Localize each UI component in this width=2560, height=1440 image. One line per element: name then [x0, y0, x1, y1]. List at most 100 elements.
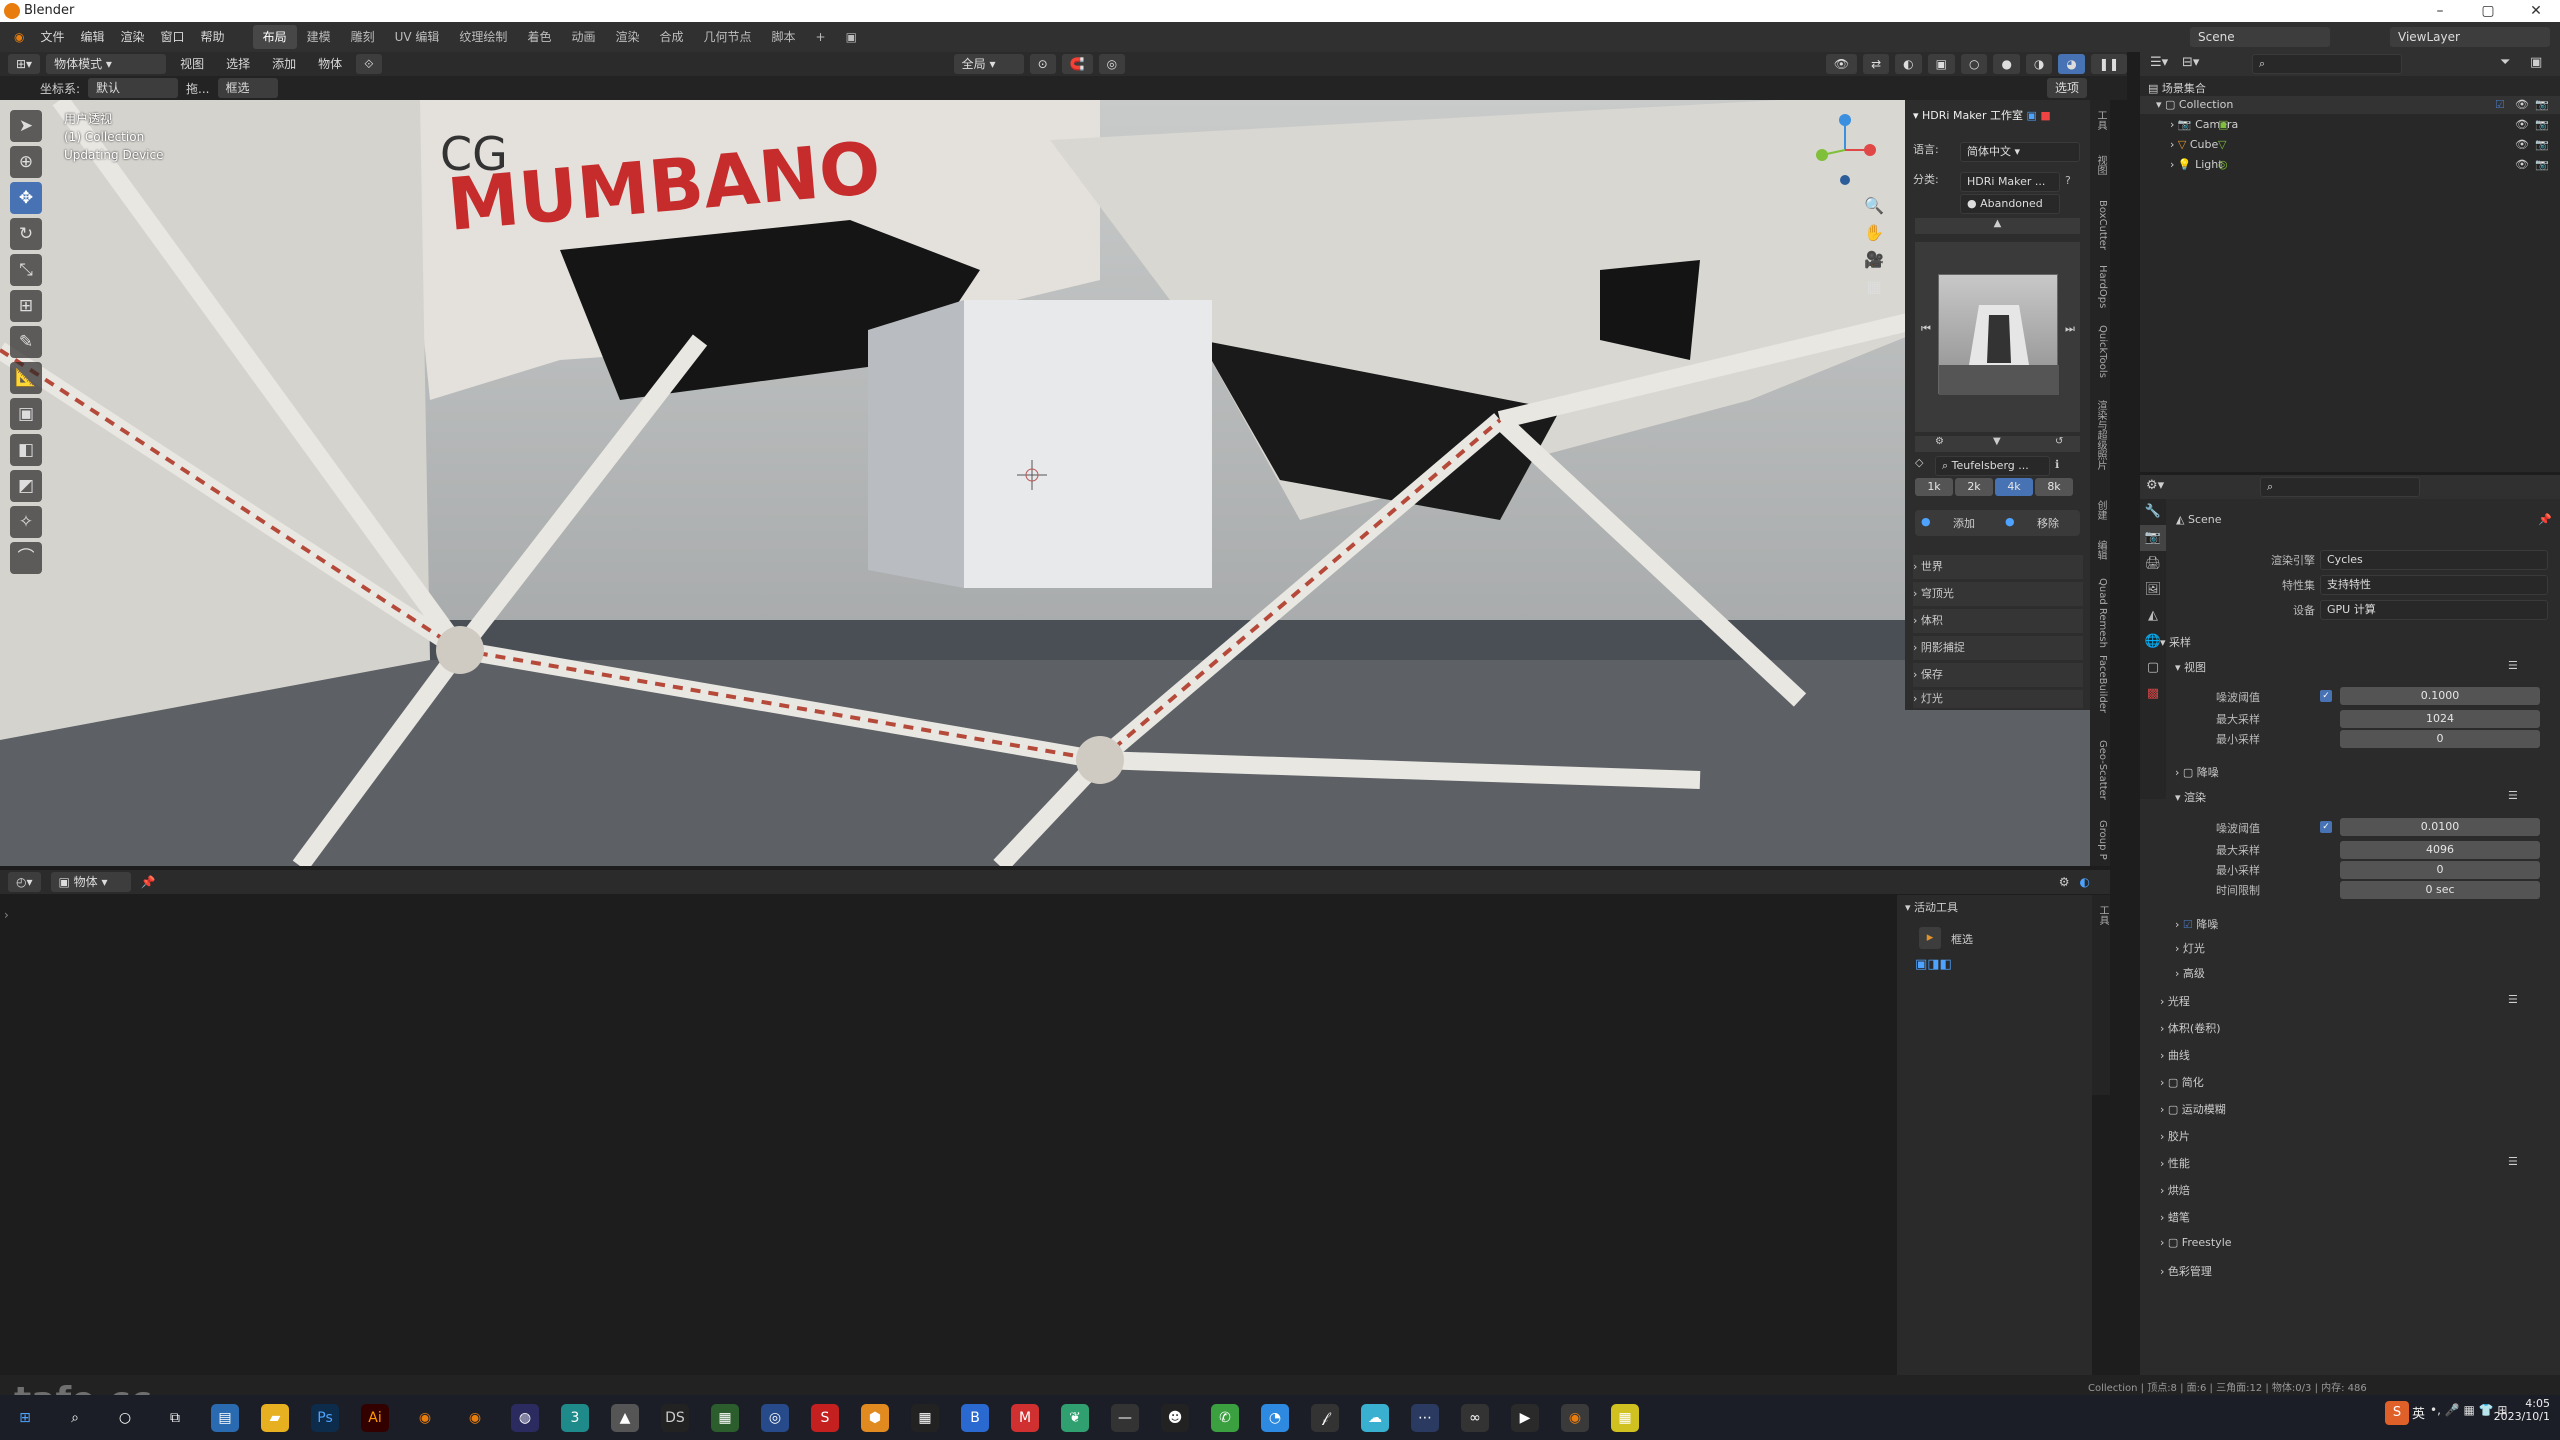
scene-selector[interactable]: Scene — [2190, 27, 2330, 47]
menu-object[interactable]: 物体 — [310, 52, 350, 76]
bottom-overlay-icon[interactable]: ◐ — [2080, 875, 2090, 889]
app-chrome-icon[interactable]: ◔ — [1261, 1403, 1289, 1432]
app-blender-icon[interactable]: ◉ — [411, 1404, 439, 1432]
r-noise-checkbox[interactable]: ✓ — [2320, 821, 2332, 833]
coord-dropdown[interactable]: 默认 — [88, 78, 179, 98]
select-tool-icon[interactable]: ➤ — [10, 110, 42, 142]
render-sampling-menu-icon[interactable]: ☰ — [2508, 789, 2518, 802]
app-infinity-icon[interactable]: ∞ — [1461, 1403, 1489, 1432]
app-illustrator-icon[interactable]: Ai — [361, 1403, 389, 1432]
app-cloud-icon[interactable]: ☁ — [1361, 1403, 1389, 1432]
clock[interactable]: 4:05 2023/10/1 — [2470, 1397, 2550, 1423]
section-dome[interactable]: › 穹顶光 — [1913, 582, 2083, 606]
sampling-section[interactable]: ▾ 采样 — [2160, 634, 2191, 650]
hardops-tool-icon[interactable]: ◩ — [10, 470, 42, 502]
app-box-icon[interactable]: ⬢ — [861, 1403, 889, 1432]
overlay-icon[interactable]: ◐ — [1895, 54, 1922, 74]
settings-sliders-icon[interactable]: ⚙ — [1935, 436, 1944, 447]
options-button[interactable]: 选项 — [2046, 78, 2087, 98]
camera-view-icon[interactable]: 🎥 — [1862, 250, 1886, 269]
vtab-create[interactable]: 创建 — [2092, 500, 2108, 520]
workspace-extra-icon[interactable]: ▣ — [836, 25, 867, 49]
active-tool-header[interactable]: ▾ 活动工具 — [1905, 899, 1958, 915]
r-denoise-section[interactable]: › ☑ 降噪 — [2175, 916, 2218, 932]
bottom-editor-type-icon[interactable]: ◴▾ — [8, 872, 41, 892]
new-collection-icon[interactable]: ▣ — [2530, 55, 2542, 70]
pan-hand-icon[interactable]: ✋ — [1862, 223, 1886, 242]
transform-tool-icon[interactable]: ⊞ — [10, 290, 42, 322]
3d-viewport[interactable]: MUMBANO CG — [0, 100, 2096, 866]
render-sampling-section[interactable]: ▾ 渲染 — [2175, 789, 2206, 805]
category-dropdown[interactable]: HDRi Maker ... — [1960, 172, 2060, 192]
cursor-tool-icon[interactable]: ⊕ — [10, 146, 42, 178]
tab-texture-paint[interactable]: 纹理绘制 — [449, 25, 517, 49]
app-browser-icon[interactable]: ◎ — [761, 1403, 789, 1432]
viewport-sampling-menu-icon[interactable]: ☰ — [2508, 659, 2518, 672]
navigation-gizmo[interactable] — [1810, 110, 1880, 190]
camera-visibility-icon[interactable]: 👁 — [2515, 116, 2529, 134]
shading-material-icon[interactable]: ◑ — [2025, 54, 2053, 74]
measure-tool-icon[interactable]: 📐 — [10, 362, 42, 394]
select-mode-icons[interactable]: ▣◨◧ — [1915, 957, 1952, 972]
tag-icon[interactable]: ◇ — [1915, 456, 1931, 472]
info-icon[interactable]: ℹ — [2055, 458, 2059, 471]
proportional-edit-icon[interactable]: ◎ — [1098, 54, 1126, 74]
render-tab-icon[interactable]: 📷 — [2140, 525, 2166, 551]
advanced-subsection[interactable]: › 高级 — [2175, 965, 2205, 981]
section-shadow-catcher[interactable]: › 阴影捕捉 — [1913, 636, 2083, 660]
app-weibo-icon[interactable]: S — [811, 1403, 839, 1432]
prev-hdri-icon[interactable]: ⏮ — [1921, 322, 1931, 336]
mode-selector[interactable]: 物体模式 ▾ — [46, 54, 167, 74]
start-icon[interactable]: ⊞ — [11, 1404, 39, 1432]
section-lights[interactable]: › 灯光 — [1913, 690, 2083, 708]
vp-min-samples-field[interactable]: 0 — [2340, 730, 2540, 748]
vp-max-samples-field[interactable]: 1024 — [2340, 710, 2540, 728]
menu-render[interactable]: 渲染 — [113, 25, 153, 49]
add-cube-tool-icon[interactable]: ▣ — [10, 398, 42, 430]
collection-visibility-icon[interactable]: 👁 — [2515, 96, 2529, 114]
annotate-tool-icon[interactable]: ✎ — [10, 326, 42, 358]
collection-tab-icon[interactable]: ▢ — [2140, 655, 2166, 681]
app-explorer-icon[interactable]: ▤ — [211, 1403, 239, 1432]
vtab-view[interactable]: 视图 — [2092, 155, 2108, 175]
vtab-tool[interactable]: 工具 — [2092, 110, 2108, 130]
gizmo-toggle-icon[interactable]: ⇄ — [1863, 54, 1890, 74]
shading-rendered-icon[interactable]: ◕ — [2058, 54, 2085, 74]
app-3dsmax-icon[interactable]: 3 — [561, 1403, 589, 1432]
rotate-tool-icon[interactable]: ↻ — [10, 218, 42, 250]
curves-section[interactable]: › 曲线 — [2160, 1047, 2190, 1063]
properties-search[interactable]: ⌕ — [2260, 477, 2420, 497]
ortho-grid-icon[interactable]: ▦ — [1862, 277, 1886, 296]
view-layer-tab-icon[interactable]: 🖼 — [2140, 577, 2166, 603]
app-wechat-icon[interactable]: ✆ — [1211, 1403, 1239, 1432]
section-save[interactable]: › 保存 — [1913, 663, 2083, 687]
cube-visibility-icon[interactable]: 👁 — [2515, 136, 2529, 154]
display-mode-icon[interactable]: ⊟▾ — [2182, 55, 2199, 70]
search-icon[interactable]: ⌕ — [61, 1404, 89, 1432]
vtab-hardops[interactable]: HardOps — [2092, 265, 2108, 308]
res-1k-button[interactable]: 1k — [1915, 478, 1953, 496]
tab-geometry-nodes[interactable]: 几何节点 — [694, 25, 762, 49]
app-photoshop-icon[interactable]: Ps — [311, 1403, 339, 1432]
time-limit-field[interactable]: 0 sec — [2340, 881, 2540, 899]
light-render-icon[interactable]: 📷 — [2535, 156, 2549, 174]
outliner-item-cube[interactable]: › ▽ Cube ▽ 👁 📷 — [2140, 136, 2560, 154]
gizmo-options-icon[interactable]: ⟐ — [356, 54, 382, 74]
vtab-facebuilder[interactable]: FaceBuilder — [2092, 655, 2108, 713]
drag-label[interactable]: 拖... — [186, 80, 209, 97]
editor-type-icon[interactable]: ⊞▾ — [8, 54, 41, 74]
properties-type-icon[interactable]: ⚙▾ — [2146, 478, 2164, 493]
menu-help[interactable]: 帮助 — [193, 25, 233, 49]
app-ds-icon[interactable]: DS — [661, 1403, 689, 1432]
hdri-panel-title[interactable]: ▾ HDRi Maker 工作室 ▣ ■ — [1913, 104, 2083, 128]
app-b-icon[interactable]: B — [961, 1403, 989, 1432]
zoom-icon[interactable]: 🔍 — [1862, 196, 1886, 215]
app-photos-icon[interactable]: ▲ — [611, 1403, 639, 1432]
tab-modeling[interactable]: 建模 — [297, 25, 341, 49]
menu-view[interactable]: 视图 — [172, 52, 212, 76]
bake-section[interactable]: › 烘焙 — [2160, 1182, 2190, 1198]
collapse-up-icon[interactable]: ▲ — [1915, 218, 2080, 234]
vtab-quad-remesh[interactable]: Quad Remesh — [2092, 578, 2108, 648]
light-paths-menu-icon[interactable]: ☰ — [2508, 993, 2518, 1006]
bottom-options-icon[interactable]: ⚙ — [2059, 875, 2070, 889]
